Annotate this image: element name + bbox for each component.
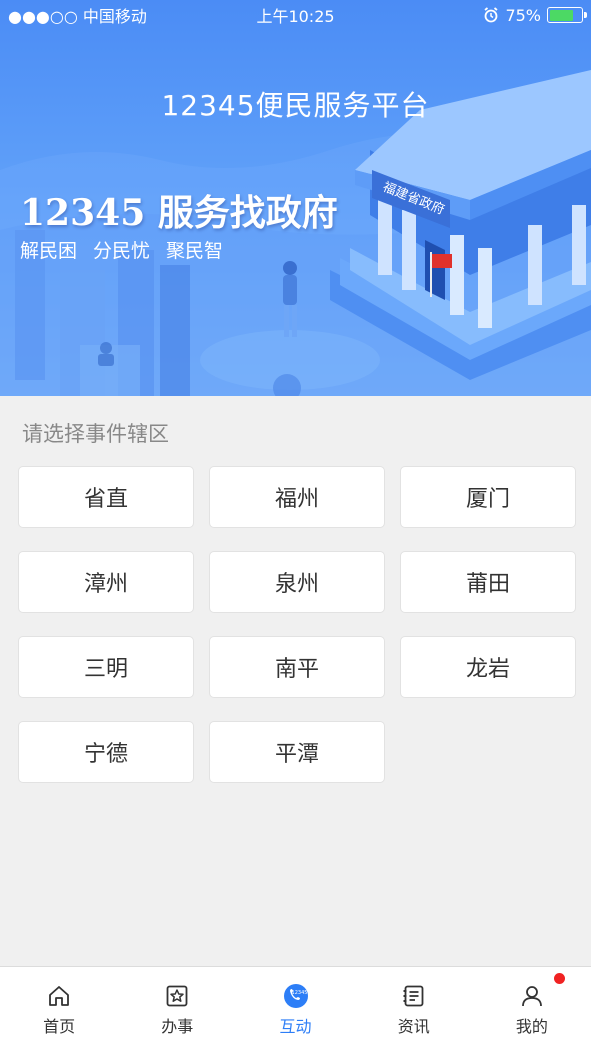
region-button-nanping[interactable]: 南平 xyxy=(209,636,385,698)
carrier-signal: ●●●○○ 中国移动 xyxy=(8,7,147,26)
home-icon xyxy=(49,986,69,1006)
region-button-sanming[interactable]: 三明 xyxy=(18,636,194,698)
notification-badge xyxy=(554,973,566,984)
banner-subslogan: 解民困 分民忧 聚民智 xyxy=(20,236,223,263)
region-button-xiamen[interactable]: 厦门 xyxy=(400,466,576,528)
region-button-pingtan[interactable]: 平潭 xyxy=(209,721,385,783)
banner-slogan: 12345 服务找政府 xyxy=(20,192,338,234)
region-button-fuzhou[interactable]: 福州 xyxy=(209,466,385,528)
tab-label: 首页 xyxy=(43,1017,76,1036)
tab-label: 办事 xyxy=(161,1017,194,1036)
star-box-icon xyxy=(166,985,188,1007)
region-button-ningde[interactable]: 宁德 xyxy=(18,721,194,783)
battery-icon xyxy=(547,7,587,23)
tab-label: 互动 xyxy=(279,1017,312,1036)
tab-interaction[interactable]: 12345 互动 xyxy=(236,967,354,1062)
bottom-tab-bar: 首页 办事 12345 互动 资讯 我的 xyxy=(0,966,591,1062)
app-title: 12345便民服务平台 xyxy=(161,89,430,122)
region-button-shengzhi[interactable]: 省直 xyxy=(18,466,194,528)
region-button-quanzhou[interactable]: 泉州 xyxy=(209,551,385,613)
region-grid: 省直 福州 厦门 漳州 泉州 莆田 三明 南平 龙岩 宁德 平潭 xyxy=(18,466,578,783)
status-time: 上午10:25 xyxy=(256,7,335,26)
tab-services[interactable]: 办事 xyxy=(118,967,236,1062)
tab-label: 我的 xyxy=(515,1017,548,1036)
region-button-zhangzhou[interactable]: 漳州 xyxy=(18,551,194,613)
subslogan-item: 解民困 xyxy=(20,240,78,262)
banner: 福建省政府 12345便民服务平台 12345 服务找政府 解民困 分民忧 聚民… xyxy=(0,0,591,396)
region-section-title: 请选择事件辖区 xyxy=(22,422,169,446)
tab-home[interactable]: 首页 xyxy=(0,967,118,1062)
phone-12345-icon: 12345 xyxy=(283,984,308,1008)
news-icon xyxy=(403,985,424,1007)
phone-icon-text: 12345 xyxy=(291,990,307,996)
tab-label: 资讯 xyxy=(397,1017,430,1036)
subslogan-item: 分民忧 xyxy=(93,240,151,262)
tab-news[interactable]: 资讯 xyxy=(355,967,473,1062)
user-icon xyxy=(522,986,542,1007)
region-section: 请选择事件辖区 省直 福州 厦门 漳州 泉州 莆田 三明 南平 龙岩 宁德 平潭 xyxy=(0,396,591,966)
status-bar: ●●●○○ 中国移动 上午10:25 75% xyxy=(0,0,591,30)
tab-mine[interactable]: 我的 xyxy=(473,967,591,1062)
region-button-putian[interactable]: 莆田 xyxy=(400,551,576,613)
alarm-clock-icon xyxy=(484,7,498,23)
battery-percent: 75% xyxy=(505,5,541,25)
subslogan-item: 聚民智 xyxy=(166,240,224,262)
region-button-longyan[interactable]: 龙岩 xyxy=(400,636,576,698)
